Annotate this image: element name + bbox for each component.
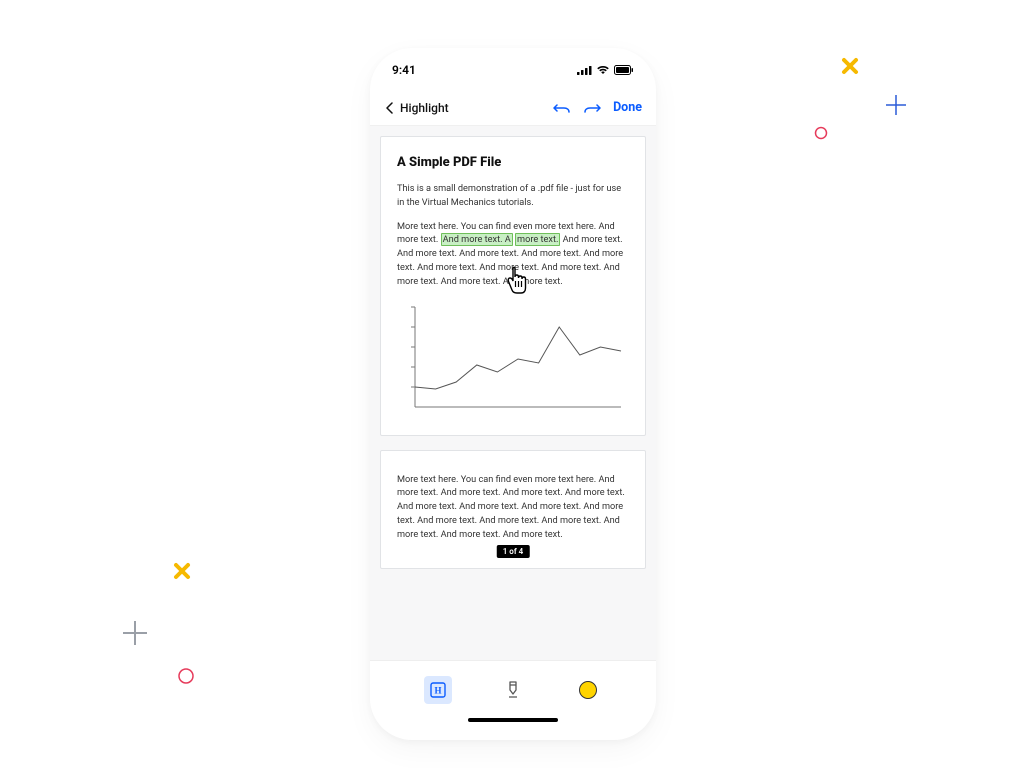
nav-bar: Highlight Done: [370, 92, 656, 126]
body-paragraph[interactable]: More text here. You can find even more t…: [397, 220, 629, 289]
svg-text:H: H: [434, 685, 441, 695]
nav-title: Highlight: [400, 101, 449, 115]
pdf-page-2[interactable]: More text here. You can find even more t…: [380, 450, 646, 569]
decor-circle-icon: [814, 126, 828, 140]
line-chart: [397, 299, 629, 419]
redo-button[interactable]: [583, 101, 601, 115]
decor-x-icon: [839, 55, 861, 77]
pdf-page-1[interactable]: A Simple PDF File This is a small demons…: [380, 136, 646, 436]
highlight-tool-button[interactable]: H: [424, 676, 452, 704]
highlight-span[interactable]: more text.: [515, 233, 560, 246]
decor-circle-icon: [177, 667, 195, 685]
phone-frame: 9:41 Highlight Done A Simple PDF File Th…: [370, 48, 656, 740]
chevron-left-icon: [384, 102, 396, 114]
document-viewport[interactable]: A Simple PDF File This is a small demons…: [370, 126, 656, 660]
marker-tool-button[interactable]: [499, 676, 527, 704]
highlight-span[interactable]: And more text. A: [441, 233, 513, 246]
intro-paragraph: This is a small demonstration of a .pdf …: [397, 182, 629, 210]
home-indicator[interactable]: [370, 718, 656, 740]
signal-icon: [577, 65, 592, 75]
wifi-icon: [596, 65, 610, 75]
decor-x-icon: [171, 560, 193, 582]
color-swatch: [579, 681, 597, 699]
decor-plus-icon: [120, 618, 150, 648]
color-picker-button[interactable]: [574, 676, 602, 704]
undo-button[interactable]: [553, 101, 571, 115]
annotation-toolbar: H: [370, 660, 656, 718]
status-bar: 9:41: [370, 48, 656, 92]
body-paragraph: More text here. You can find even more t…: [397, 473, 629, 542]
nav-back[interactable]: Highlight: [384, 101, 449, 115]
page-indicator: 1 of 4: [497, 545, 530, 558]
status-time: 9:41: [392, 63, 416, 77]
decor-plus-icon: [883, 92, 909, 118]
status-icons: [577, 65, 634, 75]
page-title: A Simple PDF File: [397, 155, 629, 170]
done-button[interactable]: Done: [613, 100, 642, 115]
battery-icon: [614, 65, 634, 75]
